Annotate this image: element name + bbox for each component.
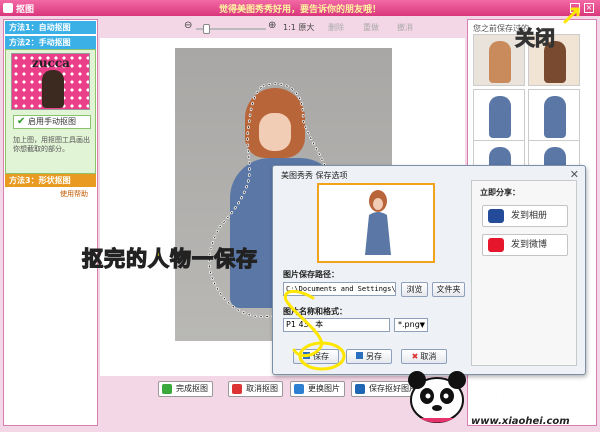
cancel-label: 取消: [420, 352, 437, 361]
brand-logo: 小黑: [477, 385, 518, 410]
save-label: 保存: [313, 352, 329, 361]
cancel-cutout-button[interactable]: 取消抠图: [228, 381, 283, 397]
saved-thumbnail[interactable]: [528, 89, 580, 141]
save-options-dialog: 美图秀秀 保存选项 ✕ 图片保存路径： C:\Documents and Set…: [272, 165, 586, 375]
title-bar: 抠图 觉得美图秀秀好用，要告诉你的朋友哦！ _ ×: [0, 0, 600, 16]
enable-manual-label: 启用手动抠图: [28, 117, 76, 126]
save-as-label: 另存: [366, 352, 382, 361]
save-as-icon: [356, 352, 363, 359]
finish-cutout-button[interactable]: 完成抠图: [158, 381, 213, 397]
share-title: 立即分享：: [480, 188, 520, 197]
brand-url: www.xiaohei.com: [471, 416, 570, 427]
left-panel: 方法1：自动抠图 方法2：手动抠图 zucca ✔ 启用手动抠图 加上图，用抠图…: [3, 19, 98, 426]
cancel-cutout-label: 取消抠图: [246, 384, 278, 393]
share-to-weibo-button[interactable]: 发到微博: [482, 234, 568, 256]
save-button[interactable]: 保存: [293, 349, 339, 364]
format-value: *.png: [398, 320, 420, 329]
brand-logo-sub: 游戏: [535, 400, 564, 417]
save-path-input[interactable]: C:\Documents and Settings\Ad: [283, 282, 396, 296]
promo-text: 觉得美图秀秀好用，要告诉你的朋友哦！: [218, 5, 381, 15]
minimize-button[interactable]: _: [570, 3, 580, 13]
weibo-icon: [488, 238, 504, 252]
format-select[interactable]: *.png ▼: [394, 318, 428, 332]
tab-manual-cutout[interactable]: 方法2：手动抠图: [5, 36, 96, 49]
cutout-save-annotation: 抠完的人物一保存: [81, 246, 258, 271]
manual-cutout-section: zucca ✔ 启用手动抠图 加上图，用抠图工具画出你想截取的部分。 使用帮助: [5, 49, 96, 198]
enable-manual-cutout-button[interactable]: ✔ 启用手动抠图: [13, 115, 91, 129]
share-to-album-button[interactable]: 发到相册: [482, 205, 568, 227]
chevron-down-icon: ▼: [419, 321, 425, 329]
redo-button[interactable]: 重做: [363, 22, 379, 33]
manual-description: 加上图，用抠图工具画出你想截取的部分。: [13, 136, 90, 153]
tab-auto-cutout[interactable]: 方法1：自动抠图: [5, 21, 96, 34]
replace-image-button[interactable]: 更换图片: [290, 381, 345, 397]
dialog-title: 美图秀秀 保存选项: [281, 171, 348, 180]
undo-button[interactable]: 撤消: [397, 22, 413, 33]
file-name-input[interactable]: P1 43 _本: [283, 318, 390, 332]
manual-example-thumbnail: zucca: [11, 53, 90, 110]
check-icon: ✔: [17, 116, 26, 127]
cancel-icon: ✖: [411, 352, 419, 361]
save-icon: [303, 352, 310, 359]
toolbar: ⊖ ⊕ 1:1 原大 删除 重做 撤消: [100, 19, 465, 37]
share-to-album-label: 发到相册: [511, 211, 548, 221]
zoom-out-icon[interactable]: ⊖: [184, 20, 192, 31]
browse-button[interactable]: 浏览: [401, 282, 428, 297]
help-link[interactable]: 使用帮助: [60, 189, 88, 199]
file-name-label: 图片名称和格式：: [283, 307, 347, 316]
replace-image-label: 更换图片: [308, 384, 340, 393]
finish-cutout-label: 完成抠图: [176, 384, 208, 393]
share-panel: 立即分享： 发到相册 发到微博: [471, 180, 577, 366]
panda-mascot-icon: [408, 371, 466, 423]
saved-thumbnail[interactable]: [473, 89, 525, 141]
save-as-button[interactable]: 另存: [346, 349, 392, 364]
zoom-in-icon[interactable]: ⊕: [268, 20, 276, 31]
thumbnail-logo: zucca: [32, 56, 70, 70]
tab-shape-cutout[interactable]: 方法3：形状抠图: [5, 174, 96, 187]
zoom-slider-handle[interactable]: [203, 24, 210, 34]
delete-button[interactable]: 删除: [328, 22, 344, 33]
save-path-label: 图片保存路径：: [283, 270, 339, 279]
folder-button[interactable]: 文件夹: [432, 282, 465, 297]
share-to-weibo-label: 发到微博: [511, 240, 548, 250]
close-annotation: 关闭: [515, 26, 556, 51]
save-preview: [317, 183, 435, 263]
album-icon: [488, 209, 504, 223]
actual-size-button[interactable]: 1:1 原大: [283, 22, 314, 33]
close-window-button[interactable]: ×: [584, 3, 594, 13]
